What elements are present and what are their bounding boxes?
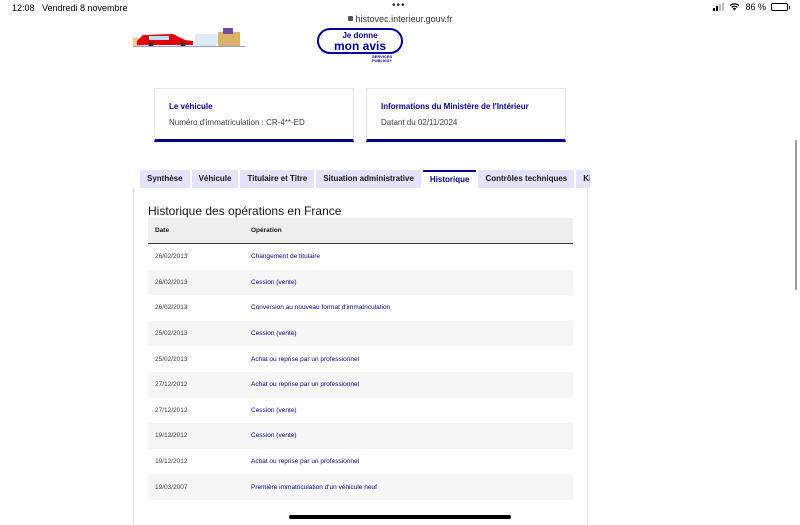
- battery-icon: [771, 3, 790, 11]
- history-title: Historique des opérations en France: [148, 204, 342, 218]
- table-row: 26/02/2013 Cession (vente): [148, 269, 573, 296]
- column-header-date: Date: [148, 218, 244, 244]
- lock-icon: [347, 16, 353, 21]
- table-row: 26/02/2013 Conversion au nouveau format d…: [148, 295, 573, 321]
- tab-situation-administrative[interactable]: Situation administrative: [316, 170, 421, 188]
- cellular-signal-icon: [713, 3, 725, 11]
- table-row: 27/12/2012 Achat ou reprise par un profes…: [148, 371, 573, 398]
- tab-historique[interactable]: Historique: [422, 170, 477, 188]
- row-date: 27/12/2012: [155, 406, 188, 414]
- tab-vehicule[interactable]: Véhicule: [191, 170, 239, 188]
- row-operation[interactable]: Cession (vente): [244, 398, 573, 424]
- status-date: Vendredi 8 novembre: [42, 3, 128, 13]
- wifi-icon: [730, 3, 740, 11]
- table-row: 26/02/2013 Changement de titulaire: [148, 244, 573, 270]
- tab-bar: Synthèse Véhicule Titulaire et Titre Situat…: [140, 170, 590, 188]
- row-operation[interactable]: Cession (vente): [244, 423, 573, 449]
- row-date: 19/03/2007: [148, 474, 244, 500]
- row-operation[interactable]: Première immatriculation d'un véhicule n…: [244, 474, 573, 500]
- ministry-card: Informations du Ministère de l'Intérieur…: [366, 88, 566, 142]
- table-row: 19/03/2007 Première immatriculation d'un …: [148, 474, 573, 500]
- tab-titulaire[interactable]: Titulaire et Titre: [240, 170, 315, 188]
- row-date: 19/12/2012: [148, 423, 244, 449]
- row-date: 26/02/2013: [155, 253, 188, 261]
- ministry-card-title: Informations du Ministère de l'Intérieur: [381, 102, 529, 111]
- history-table: Date Opération 26/02/2013 Changement de t…: [148, 218, 573, 500]
- car-illustration: [133, 28, 245, 47]
- row-date: 25/02/2013: [155, 355, 188, 363]
- feedback-button[interactable]: Je donne mon avis: [317, 28, 403, 54]
- row-operation[interactable]: Conversion au nouveau format d'immatricu…: [244, 295, 573, 321]
- tab-controles-techniques[interactable]: Contrôles techniques: [478, 170, 575, 188]
- row-date: 26/02/2013: [148, 269, 244, 296]
- table-row: 27/12/2012 Cession (vente): [148, 398, 573, 424]
- column-header-operation: Opération: [244, 218, 573, 244]
- vehicle-card: Le véhicule Numéro d'immatriculation : C…: [154, 88, 354, 142]
- home-indicator[interactable]: [289, 515, 511, 519]
- status-time: 12:08: [12, 3, 35, 13]
- vehicle-card-plate: Numéro d'immatriculation : CR-4**-ED: [169, 118, 305, 127]
- table-header-row: Date Opération: [148, 218, 573, 244]
- row-operation[interactable]: Cession (vente): [244, 269, 573, 296]
- ministry-card-date: Datant du 02/11/2024: [381, 118, 458, 127]
- status-right: 86 %: [713, 2, 790, 12]
- table-row: 19/12/2012 Cession (vente): [148, 423, 573, 449]
- scrollbar[interactable]: [795, 140, 797, 290]
- url-text: histovec.interieur.gouv.fr: [355, 14, 453, 24]
- table-row: 25/02/2013 Achat ou reprise par un profes…: [148, 346, 573, 372]
- battery-percent: 86 %: [745, 2, 766, 12]
- feedback-line2: mon avis: [333, 39, 387, 53]
- row-operation[interactable]: Achat ou reprise par un professionnel: [244, 346, 573, 372]
- services-publics-logo: SERVICES PUBLICS+: [372, 55, 394, 63]
- table-row: 19/12/2012 Achat ou reprise par un profes…: [148, 449, 573, 475]
- row-date: 26/02/2013: [155, 304, 188, 312]
- row-operation[interactable]: Achat ou reprise par un professionnel: [244, 449, 573, 475]
- tab-synthese[interactable]: Synthèse: [140, 170, 190, 188]
- row-operation[interactable]: Changement de titulaire: [244, 244, 573, 270]
- vehicle-card-title: Le véhicule: [169, 102, 213, 111]
- row-date: 27/12/2012: [148, 371, 244, 398]
- services-publics-text: SERVICES PUBLICS+: [372, 54, 393, 63]
- multitasking-dots-icon[interactable]: •••: [392, 0, 406, 11]
- row-operation[interactable]: Achat ou reprise par un professionnel: [244, 371, 573, 398]
- row-date: 25/02/2013: [148, 320, 244, 347]
- address-bar[interactable]: histovec.interieur.gouv.fr: [0, 14, 800, 24]
- row-date: 19/12/2012: [155, 458, 188, 466]
- row-operation[interactable]: Cession (vente): [244, 320, 573, 347]
- table-row: 25/02/2013 Cession (vente): [148, 320, 573, 347]
- tab-kilometrage[interactable]: Kilo: [576, 170, 590, 188]
